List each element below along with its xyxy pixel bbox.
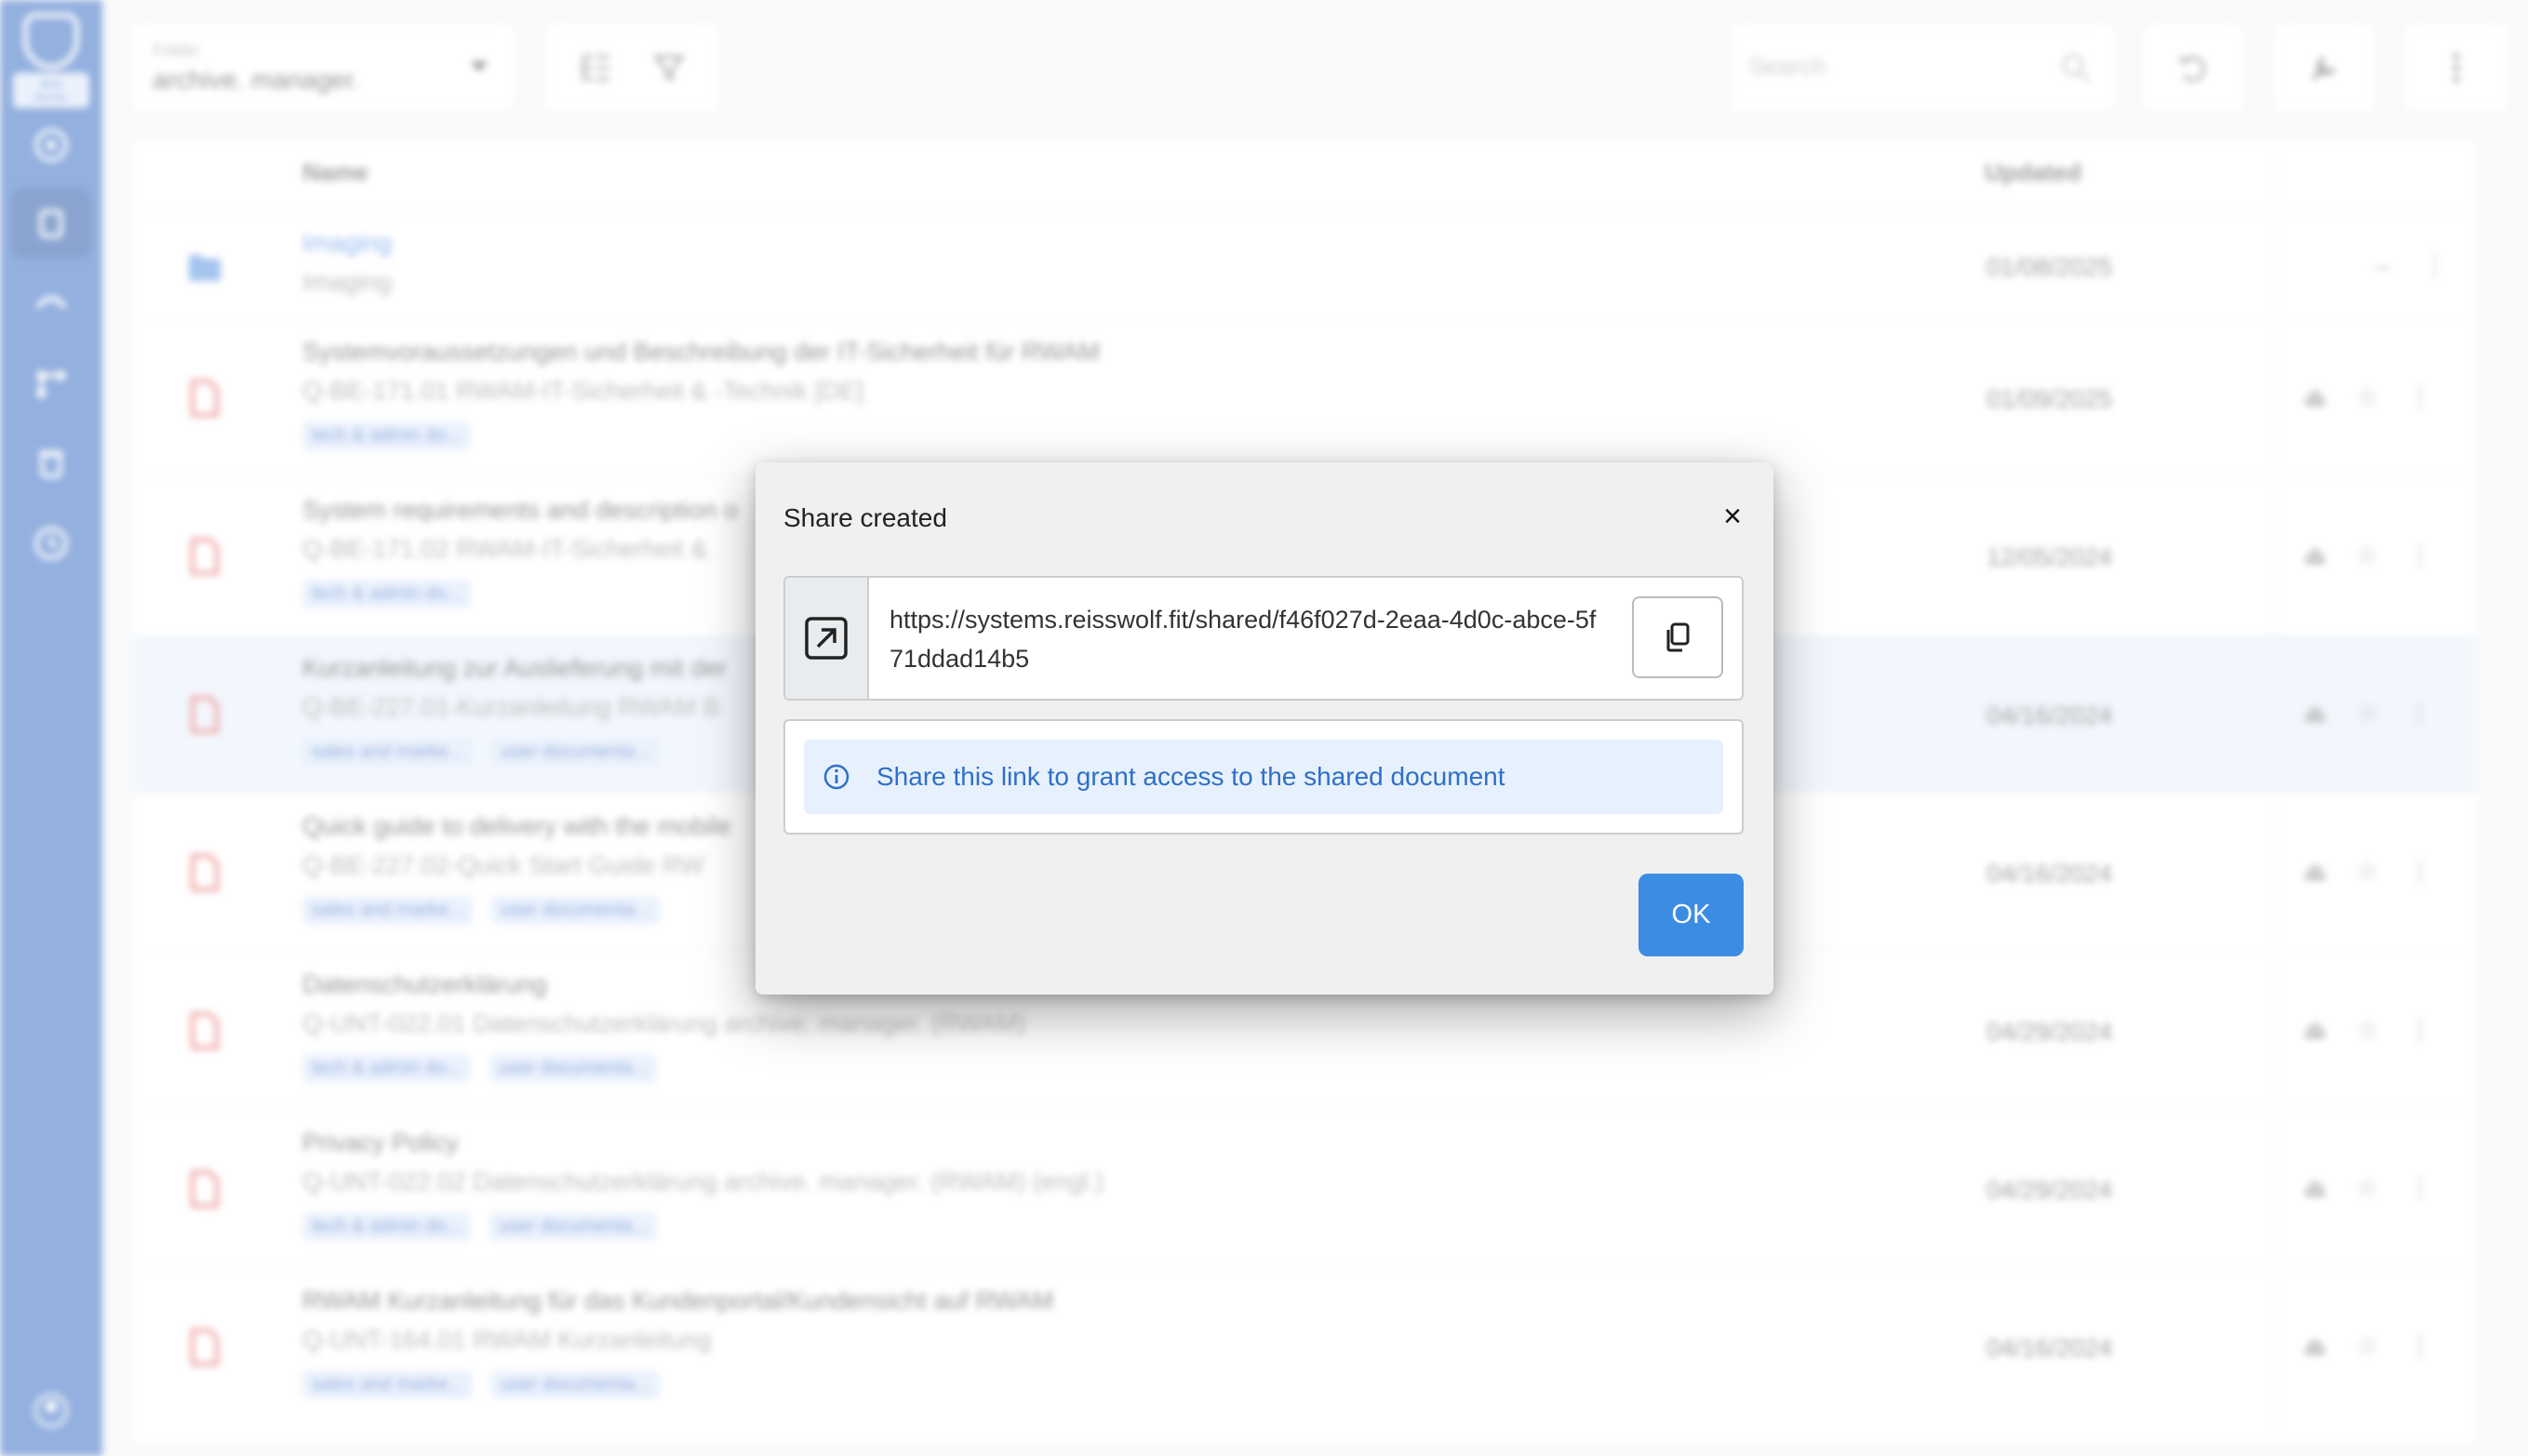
info-icon <box>823 764 849 790</box>
copy-link-button[interactable] <box>1632 596 1723 678</box>
close-icon[interactable]: × <box>1716 499 1749 534</box>
external-link-icon <box>805 617 848 660</box>
dialog-title: Share created <box>783 503 947 532</box>
info-alert: Share this link to grant access to the s… <box>804 740 1723 814</box>
share-link-url[interactable]: https://systems.reisswolf.fit/shared/f46… <box>889 600 1606 678</box>
open-link-button[interactable] <box>785 578 869 699</box>
copy-icon <box>1666 622 1690 652</box>
share-created-dialog: Share created × https://systems.reisswol… <box>756 462 1773 995</box>
ok-button[interactable]: OK <box>1639 874 1744 956</box>
share-link-field: https://systems.reisswolf.fit/shared/f46… <box>783 576 1744 701</box>
info-text: Share this link to grant access to the s… <box>876 762 1505 791</box>
info-panel: Share this link to grant access to the s… <box>783 719 1744 835</box>
